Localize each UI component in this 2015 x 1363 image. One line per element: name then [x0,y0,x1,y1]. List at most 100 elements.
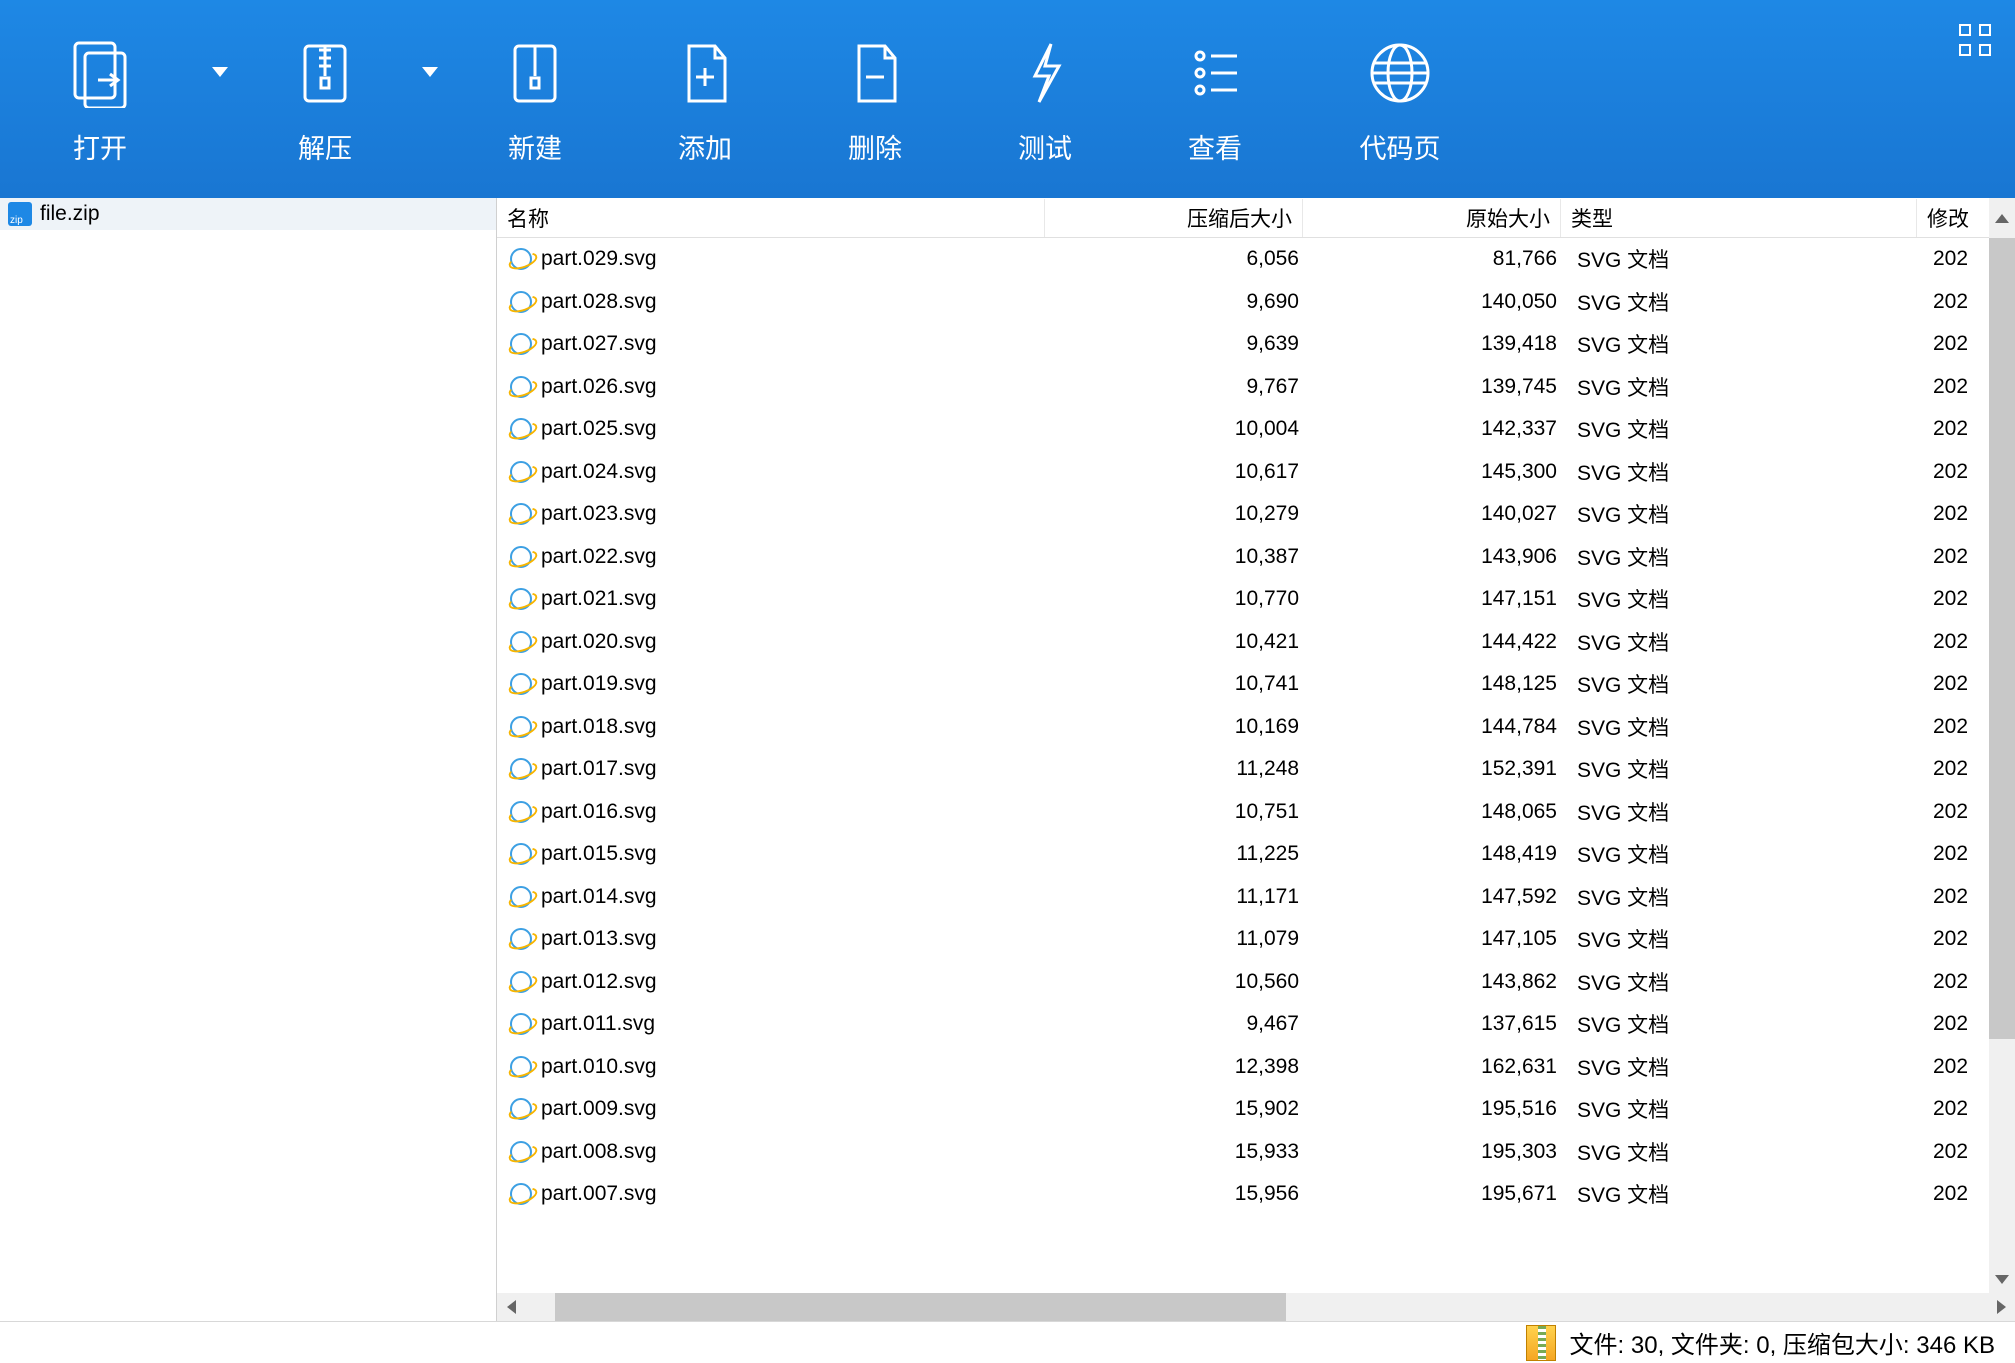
file-row[interactable]: part.017.svg11,248152,391SVG 文档202 [497,748,1989,791]
file-row[interactable]: part.008.svg15,933195,303SVG 文档202 [497,1131,1989,1174]
file-original-size: 143,906 [1309,545,1567,569]
file-modified: 202 [1923,927,1989,951]
column-headers: 名称 压缩后大小 原始大小 类型 修改 [497,198,2015,238]
file-row[interactable]: part.019.svg10,741148,125SVG 文档202 [497,663,1989,706]
header-name[interactable]: 名称 [497,199,1045,237]
file-row[interactable]: part.013.svg11,079147,105SVG 文档202 [497,918,1989,961]
file-name: part.012.svg [541,970,1051,994]
header-packed[interactable]: 压缩后大小 [1045,199,1303,237]
file-packed-size: 10,387 [1051,545,1309,569]
file-modified: 202 [1923,672,1989,696]
scroll-up-button[interactable] [1989,198,2015,238]
file-row[interactable]: part.021.svg10,770147,151SVG 文档202 [497,578,1989,621]
view-label: 查看 [1188,127,1242,166]
file-original-size: 195,671 [1309,1182,1567,1206]
file-modified: 202 [1923,885,1989,909]
file-row[interactable]: part.025.svg10,004142,337SVG 文档202 [497,408,1989,451]
file-packed-size: 10,617 [1051,460,1309,484]
menu-button[interactable] [1935,0,2015,198]
file-original-size: 147,592 [1309,885,1567,909]
file-row[interactable]: part.024.svg10,617145,300SVG 文档202 [497,451,1989,494]
file-packed-size: 9,639 [1051,332,1309,356]
hscroll-track[interactable] [525,1293,1987,1321]
open-icon [65,33,135,113]
file-type: SVG 文档 [1567,669,1923,699]
file-modified: 202 [1923,375,1989,399]
file-row[interactable]: part.023.svg10,279140,027SVG 文档202 [497,493,1989,536]
scroll-down-button[interactable] [1995,1265,2009,1293]
zip-icon [8,202,32,226]
file-type: SVG 文档 [1567,924,1923,954]
file-type: SVG 文档 [1567,1094,1923,1124]
new-button[interactable]: 新建 [450,0,620,198]
scroll-thumb[interactable] [1989,238,2015,1039]
file-original-size: 147,151 [1309,587,1567,611]
file-modified: 202 [1923,630,1989,654]
file-original-size: 145,300 [1309,460,1567,484]
file-icon [507,543,535,571]
delete-button[interactable]: 删除 [790,0,960,198]
file-packed-size: 11,248 [1051,757,1309,781]
extract-dropdown[interactable] [410,0,450,198]
file-row[interactable]: part.009.svg15,902195,516SVG 文档202 [497,1088,1989,1131]
hscroll-thumb[interactable] [555,1293,1286,1321]
delete-label: 删除 [848,127,902,166]
vertical-scrollbar[interactable] [1989,238,2015,1293]
file-icon [507,458,535,486]
tree-item-archive[interactable]: file.zip [0,198,496,230]
file-icon [507,1095,535,1123]
file-row[interactable]: part.026.svg9,767139,745SVG 文档202 [497,366,1989,409]
file-name: part.022.svg [541,545,1051,569]
horizontal-scrollbar[interactable] [497,1293,2015,1321]
extract-icon [290,33,360,113]
file-icon [507,840,535,868]
file-original-size: 139,418 [1309,332,1567,356]
file-packed-size: 10,751 [1051,800,1309,824]
file-original-size: 142,337 [1309,417,1567,441]
file-row[interactable]: part.015.svg11,225148,419SVG 文档202 [497,833,1989,876]
file-packed-size: 10,421 [1051,630,1309,654]
file-original-size: 140,050 [1309,290,1567,314]
file-row[interactable]: part.020.svg10,421144,422SVG 文档202 [497,621,1989,664]
file-packed-size: 12,398 [1051,1055,1309,1079]
file-modified: 202 [1923,1097,1989,1121]
file-row[interactable]: part.027.svg9,639139,418SVG 文档202 [497,323,1989,366]
test-button[interactable]: 测试 [960,0,1130,198]
file-row[interactable]: part.028.svg9,690140,050SVG 文档202 [497,281,1989,324]
open-button[interactable]: 打开 [0,0,200,198]
file-row[interactable]: part.012.svg10,560143,862SVG 文档202 [497,961,1989,1004]
file-row[interactable]: part.014.svg11,171147,592SVG 文档202 [497,876,1989,919]
file-row[interactable]: part.016.svg10,751148,065SVG 文档202 [497,791,1989,834]
file-name: part.015.svg [541,842,1051,866]
file-name: part.027.svg [541,332,1051,356]
open-label: 打开 [73,127,127,166]
codepage-button[interactable]: 代码页 [1300,0,1500,198]
file-name: part.017.svg [541,757,1051,781]
file-packed-size: 10,279 [1051,502,1309,526]
file-row[interactable]: part.007.svg15,956195,671SVG 文档202 [497,1173,1989,1216]
file-original-size: 148,125 [1309,672,1567,696]
file-row[interactable]: part.018.svg10,169144,784SVG 文档202 [497,706,1989,749]
file-original-size: 137,615 [1309,1012,1567,1036]
file-type: SVG 文档 [1567,414,1923,444]
extract-button[interactable]: 解压 [240,0,410,198]
file-row[interactable]: part.011.svg9,467137,615SVG 文档202 [497,1003,1989,1046]
view-button[interactable]: 查看 [1130,0,1300,198]
file-row[interactable]: part.022.svg10,387143,906SVG 文档202 [497,536,1989,579]
file-packed-size: 10,741 [1051,672,1309,696]
file-row[interactable]: part.029.svg6,05681,766SVG 文档202 [497,238,1989,281]
header-original[interactable]: 原始大小 [1303,199,1561,237]
test-icon [1010,33,1080,113]
test-label: 测试 [1018,127,1072,166]
open-dropdown[interactable] [200,0,240,198]
file-row[interactable]: part.010.svg12,398162,631SVG 文档202 [497,1046,1989,1089]
file-name: part.009.svg [541,1097,1051,1121]
add-button[interactable]: 添加 [620,0,790,198]
scroll-right-button[interactable] [1987,1300,2015,1314]
file-original-size: 144,422 [1309,630,1567,654]
file-modified: 202 [1923,800,1989,824]
file-rows: part.029.svg6,05681,766SVG 文档202part.028… [497,238,1989,1293]
scroll-left-button[interactable] [497,1300,525,1314]
header-type[interactable]: 类型 [1561,199,1917,237]
scroll-track[interactable] [1989,238,2015,1265]
